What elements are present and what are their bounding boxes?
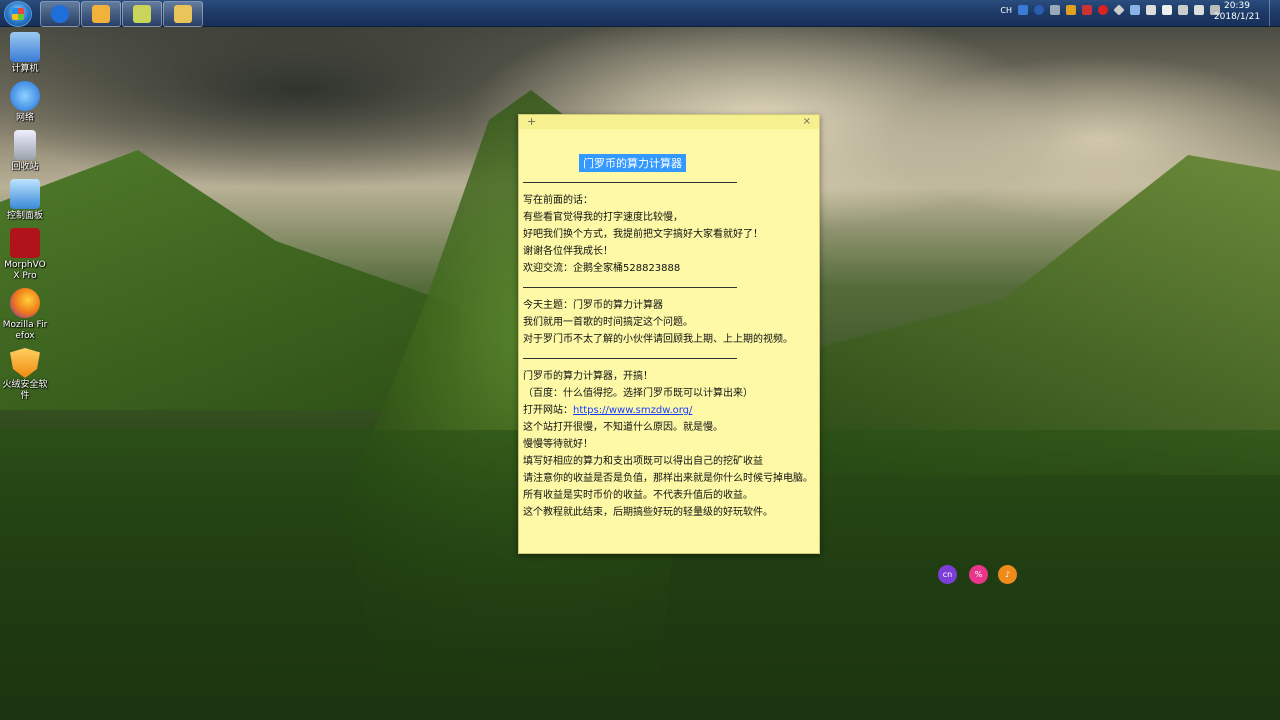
record-icon[interactable] [1098, 5, 1108, 15]
desktop-icon-huorong[interactable]: 火绒安全软件 [2, 348, 48, 402]
diamond-icon[interactable] [1113, 4, 1125, 16]
note-line: 我们就用一首歌的时间搞定这个问题。 [523, 317, 693, 328]
desktop-icon-column: 计算机 网络 回收站 控制面板 MorphVOX Pro Mozilla Fir… [2, 32, 48, 408]
desktop-icon-network[interactable]: 网络 [2, 81, 48, 124]
bluetooth-icon[interactable] [1130, 5, 1140, 15]
desktop-icon-firefox[interactable]: Mozilla Firefox [2, 288, 48, 342]
computer-icon [10, 32, 40, 62]
note-line: 今天主题：门罗币的算力计算器 [523, 300, 663, 311]
desktop-icon-label: Mozilla Firefox [2, 320, 48, 341]
ime-icon[interactable] [1018, 5, 1028, 15]
note-app-icon [92, 5, 110, 23]
taskbar-clock[interactable]: 20:39 2018/1/21 [1210, 1, 1264, 23]
desktop-icon-control-panel[interactable]: 控制面板 [2, 179, 48, 222]
note-line: 谢谢各位伴我成长！ [523, 246, 613, 257]
flag-icon[interactable] [1162, 5, 1172, 15]
volume-icon[interactable] [1194, 5, 1204, 15]
taskbar-sogou-button[interactable] [40, 1, 80, 27]
usb-icon[interactable] [1146, 5, 1156, 15]
note-line: 欢迎交流：企鹅全家桶528823888 [523, 263, 681, 274]
shield-icon[interactable] [1066, 5, 1076, 15]
note-line-website: 打开网站：https://www.smzdw.org/ [523, 402, 815, 419]
mountain-right [820, 155, 1280, 475]
note-line: 好吧我们换个方式，我提前把文字搞好大家看就好了！ [523, 229, 763, 240]
desktop-icon-label: 回收站 [11, 162, 39, 172]
desktop-icon-morphvox[interactable]: MorphVOX Pro [2, 228, 48, 282]
morphvox-icon [10, 228, 40, 258]
desktop-icon-recycle-bin[interactable]: 回收站 [2, 130, 48, 173]
site-prefix: 打开网站： [523, 405, 573, 416]
note-line: 有些看官觉得我的打字速度比较慢， [523, 212, 683, 223]
add-note-icon[interactable]: + [527, 115, 536, 129]
app-tray-icon[interactable] [1082, 5, 1092, 15]
system-tray: CH [1000, 4, 1220, 16]
note-line: 所有收益是实时币价的收益。不代表升值后的收益。 [523, 490, 753, 501]
network-icon [10, 81, 40, 111]
desktop-icon-label: 计算机 [11, 64, 39, 74]
pink-bubble-icon[interactable]: % [969, 565, 988, 584]
settings-icon[interactable] [1050, 5, 1060, 15]
taskbar-explorer-button[interactable] [163, 1, 203, 27]
sticky-note-text-area[interactable]: 门罗币的算力计算器 写在前面的话： 有些看官觉得我的打字速度比较慢， 好吧我们换… [519, 129, 819, 521]
file-explorer-icon [174, 5, 192, 23]
note-line: 对于罗门币不太了解的小伙伴请回顾我上期、上上期的视频。 [523, 334, 793, 345]
mountain-left [0, 150, 460, 410]
sogou-browser-icon [51, 5, 69, 23]
huorong-shield-icon [10, 348, 40, 378]
divider [523, 182, 737, 183]
show-desktop-button[interactable] [1269, 0, 1280, 26]
network-tray-icon[interactable] [1178, 5, 1188, 15]
divider [523, 287, 737, 288]
note-line: 填写好相应的算力和支出项既可以得出自己的挖矿收益 [523, 456, 763, 467]
note-line: 门罗币的算力计算器，开搞！ [523, 371, 653, 382]
divider [523, 358, 737, 359]
sticky-note-titlebar[interactable]: + × [519, 115, 819, 129]
firefox-icon [10, 288, 40, 318]
language-indicator[interactable]: CH [1000, 6, 1012, 15]
desktop-icon-label: MorphVOX Pro [4, 260, 46, 281]
note-line: 这个站打开很慢，不知道什么原因。就是慢。 [523, 422, 723, 433]
start-button[interactable] [4, 1, 32, 27]
site-link[interactable]: https://www.smzdw.org/ [573, 405, 692, 416]
mic-bubble-icon[interactable]: ♪ [998, 565, 1017, 584]
taskbar-sticky-notes-button[interactable] [122, 1, 162, 27]
note-line: （百度：什么值得挖。选择门罗币既可以计算出来） [523, 388, 753, 399]
note-line: 这个教程就此结束，后期搞些好玩的轻量级的好玩软件。 [523, 507, 773, 518]
taskbar-note-app-button[interactable] [81, 1, 121, 27]
help-icon[interactable] [1034, 5, 1044, 15]
desktop-icon-label: 控制面板 [6, 211, 43, 221]
sticky-notes-icon [133, 5, 151, 23]
desktop-icon-computer[interactable]: 计算机 [2, 32, 48, 75]
desktop-icon-label: 火绒安全软件 [2, 380, 48, 401]
note-title-selected[interactable]: 门罗币的算力计算器 [579, 154, 686, 172]
note-line: 慢慢等待就好！ [523, 439, 593, 450]
cn-bubble-icon[interactable]: cn [938, 565, 957, 584]
clock-time: 20:39 [1224, 1, 1250, 11]
note-line: 写在前面的话： [523, 195, 593, 206]
recycle-bin-icon [14, 130, 36, 160]
taskbar: CH 20:39 2018/1/21 [0, 0, 1280, 27]
clock-date: 2018/1/21 [1213, 12, 1261, 22]
control-panel-icon [10, 179, 40, 209]
note-line: 请注意你的收益是否是负值，那样出来就是你什么时候亏掉电脑。 [523, 473, 813, 484]
close-icon[interactable]: × [803, 115, 811, 129]
sticky-note-window[interactable]: + × 门罗币的算力计算器 写在前面的话： 有些看官觉得我的打字速度比较慢， 好… [518, 114, 820, 554]
desktop-icon-label: 网络 [15, 113, 34, 123]
